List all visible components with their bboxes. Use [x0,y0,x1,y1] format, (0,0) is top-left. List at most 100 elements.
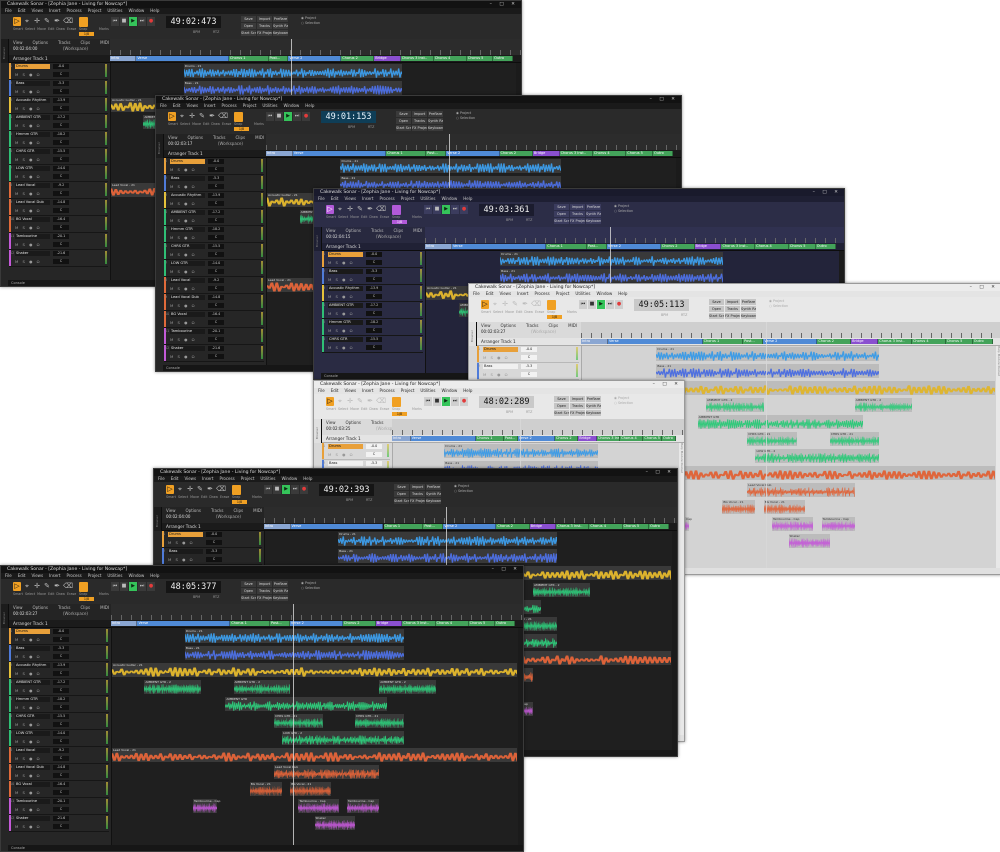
volume-field[interactable]: -14.8 [53,200,69,205]
record-button[interactable]: ● [147,17,155,26]
track-name-field[interactable]: CHRS GTR [15,714,50,719]
arranger-section[interactable]: Post... [743,339,764,344]
tool-erase-button[interactable]: ⌫ [531,300,541,309]
arranger-section[interactable]: Intro [111,621,138,626]
audio-clip[interactable]: BG Vocal - 21 [249,782,283,796]
quick-button[interactable]: Tracks [410,491,425,497]
record-button[interactable]: ● [460,205,468,214]
pan-field[interactable]: C [53,807,69,812]
audio-clip[interactable]: BG Vocal - 21 [763,500,806,514]
track-name-field[interactable]: Hmmm GTR [170,227,205,232]
audio-clip[interactable]: LOW GTR - 2 [281,731,405,745]
audio-clip[interactable]: Bass - 21 [337,549,559,563]
track-name-field[interactable]: Drums [170,159,205,164]
arranger-section[interactable]: Verse [136,56,229,61]
pan-field[interactable]: C [53,773,69,778]
tool-select-button[interactable]: ⌖ [336,397,344,406]
tab-tracks[interactable]: Tracks [371,420,384,425]
audio-clip[interactable]: Bass - 21 [655,364,881,378]
tab-options[interactable]: Options [188,135,203,140]
audio-clip[interactable]: AMBIENT GTR - 2 [854,398,913,412]
volume-field[interactable]: -14.0 [208,261,224,266]
quick-button[interactable]: Synth Rack [741,306,756,312]
tool-smart-button[interactable]: ▷ [326,205,334,214]
volume-field[interactable]: -20.1 [208,329,224,334]
track-name-field[interactable]: AMBIENT GTR [170,210,205,215]
tab-options[interactable]: Options [501,323,516,328]
menu-process[interactable]: Process [67,8,82,13]
track-msr-buttons[interactable]: M S ● Ω [15,773,41,778]
tool-smart-button[interactable]: ▷ [13,582,21,591]
pan-field[interactable]: C [53,259,69,264]
workspace-label[interactable]: (Workspace) [376,234,401,239]
track-msr-buttons[interactable]: M S ● Ω [15,705,41,710]
track-msr-buttons[interactable]: M S ● Ω [328,311,354,316]
menu-utilities[interactable]: Utilities [420,388,435,393]
tool-erase-button[interactable]: ⌫ [216,485,226,494]
arranger-section[interactable]: Verse 2 [288,56,342,61]
volume-field[interactable]: -14.0 [53,731,69,736]
audio-clip[interactable]: Drums - 21 [443,444,599,458]
pan-field[interactable]: C [208,286,224,291]
quick-button[interactable]: Tracks [412,118,427,124]
audio-clip[interactable]: Tambourine - Cap [298,799,339,813]
volume-field[interactable]: -17.2 [208,210,224,215]
arranger-section[interactable]: Chorus 5 [468,621,496,626]
menu-window[interactable]: Window [596,291,612,296]
stop-button[interactable]: ■ [275,112,283,121]
arranger-section[interactable]: Chorus 4 [620,436,644,441]
pan-field[interactable]: C [208,303,224,308]
audio-clip[interactable]: Lead Vocal - 21 [110,748,520,762]
audio-clip[interactable]: CHRS GTR - 21 [354,714,404,728]
track-msr-buttons[interactable]: M S ● Ω [15,259,41,264]
track-name-field[interactable]: Bass [170,176,205,181]
menu-insert[interactable]: Insert [49,8,60,13]
tab-tracks[interactable]: Tracks [211,508,224,513]
tool-erase-button[interactable]: ⌫ [63,582,73,591]
menu-process[interactable]: Process [220,476,235,481]
tab-tracks[interactable]: Tracks [213,135,226,140]
pan-field[interactable]: C [53,106,69,111]
audio-clip[interactable]: Drums - 21 [339,159,562,173]
menu-views[interactable]: Views [344,196,356,201]
quick-button[interactable]: Keyboard [428,125,443,131]
track-name-field[interactable]: Tambourine [15,799,50,804]
forward-button[interactable]: ⏭ [138,17,146,26]
pan-field[interactable]: C [53,89,69,94]
tab-midi[interactable]: MIDI [413,228,422,233]
browser-tab[interactable]: Browser [470,330,474,342]
time-display[interactable]: 49:03:361 [479,204,534,216]
quick-button[interactable]: Preflare [426,484,441,490]
pan-field[interactable]: C [53,174,69,179]
audio-clip[interactable]: BG Vocal - 21 [290,782,331,796]
pan-field[interactable]: C [53,72,69,77]
track-msr-buttons[interactable]: M S ● Ω [328,328,354,333]
tab-clips[interactable]: Clips [236,135,246,140]
workspace-label[interactable]: (Workspace) [531,329,556,334]
menu-help[interactable]: Help [303,476,312,481]
tool-select-button[interactable]: ⌖ [176,485,184,494]
quick-button[interactable]: Keyboard [273,30,288,36]
arranger-section[interactable]: Post... [268,56,289,61]
window-controls[interactable]: – □ ✕ [646,469,674,476]
volume-field[interactable]: -13.9 [366,286,382,291]
tab-midi[interactable]: MIDI [100,40,109,45]
quick-button[interactable]: Save [554,396,569,402]
volume-field[interactable]: -5.3 [206,549,222,554]
workspace-label[interactable]: (Workspace) [63,611,88,616]
time-display[interactable]: 49:02:473 [166,16,221,28]
volume-field[interactable]: -5.3 [366,269,382,274]
volume-field[interactable]: -15.5 [366,337,382,342]
arranger-section[interactable]: Chorus 3 Inst.. [721,244,756,249]
snap-value[interactable]: 1/8 [234,127,249,131]
arranger-section[interactable]: Chorus 4 [589,524,623,529]
audio-clip[interactable]: Tambourine - Cap [771,517,814,531]
forward-button[interactable]: ⏭ [451,205,459,214]
volume-field[interactable]: -13.9 [53,98,69,103]
menu-file[interactable]: File [318,388,325,393]
track-name-field[interactable]: BG Vocal [15,782,50,787]
track-msr-buttons[interactable]: M S ● Ω [170,286,196,291]
stop-button[interactable]: ■ [120,582,128,591]
scope-option-selection[interactable]: ○ Selection [301,586,320,591]
pan-field[interactable]: C [208,337,224,342]
